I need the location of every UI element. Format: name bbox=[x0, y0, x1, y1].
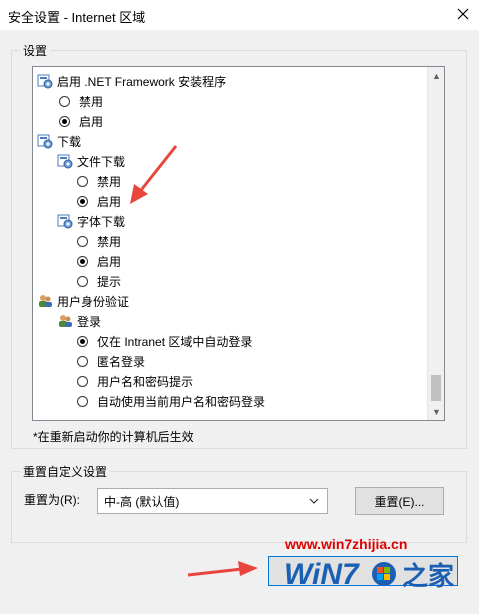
logo-suffix: 之家 bbox=[402, 561, 454, 592]
tree-item-label: 提示 bbox=[97, 274, 122, 289]
settings-category: 下载 bbox=[37, 131, 81, 151]
tree-item-label: 登录 bbox=[77, 314, 102, 329]
tree-item-label: 字体下载 bbox=[77, 214, 126, 229]
vertical-scrollbar[interactable]: ▲ ▼ bbox=[427, 67, 444, 420]
settings-category: 文件下载 bbox=[57, 151, 125, 171]
restart-note: *在重新启动你的计算机后生效 bbox=[33, 430, 194, 444]
radio-button-icon[interactable] bbox=[77, 235, 88, 247]
close-button[interactable] bbox=[452, 3, 474, 25]
settings-category: 用户身份验证 bbox=[37, 291, 129, 311]
watermark-url: www.win7zhijia.cn bbox=[285, 536, 408, 552]
annotation-arrow-icon bbox=[130, 145, 178, 204]
settings-list[interactable]: 启用 .NET Framework 安装程序 禁用 启用 下载 文件下载 禁用 启用 字体下载… bbox=[32, 66, 445, 421]
option-radio[interactable]: 禁用 bbox=[59, 91, 103, 111]
tree-item-label: 启用 bbox=[97, 194, 122, 209]
tree-item-label: 用户身份验证 bbox=[57, 294, 130, 309]
reset-group-label: 重置自定义设置 bbox=[20, 463, 111, 480]
chevron-down-icon bbox=[309, 498, 319, 504]
scroll-up-button[interactable]: ▲ bbox=[428, 67, 444, 84]
option-radio[interactable]: 匿名登录 bbox=[77, 351, 145, 371]
selected-level: 中-高 (默认值) bbox=[104, 494, 180, 509]
option-radio[interactable]: 仅在 Intranet 区域中自动登录 bbox=[77, 331, 252, 351]
users-icon bbox=[37, 293, 53, 309]
reset-to-label: 重置为(R): bbox=[24, 493, 80, 507]
tree-item-label: 禁用 bbox=[97, 234, 122, 249]
tree-item-label: 启用 .NET Framework 安装程序 bbox=[57, 74, 227, 89]
title-bar: 安全设置 - Internet 区域 bbox=[0, 0, 479, 30]
tree-item-label: 启用 bbox=[97, 254, 122, 269]
tree-item-label: 自动使用当前用户名和密码登录 bbox=[97, 394, 266, 409]
tree-item-label: 下载 bbox=[57, 134, 82, 149]
close-icon bbox=[457, 8, 469, 20]
reset-button[interactable]: 重置(E)... bbox=[355, 487, 444, 515]
tree-item-label: 禁用 bbox=[79, 94, 104, 109]
tree-item-label: 用户名和密码提示 bbox=[97, 374, 194, 389]
tree-item-label: 禁用 bbox=[97, 174, 122, 189]
radio-button-icon[interactable] bbox=[77, 395, 88, 407]
logo-text: WiN7 bbox=[284, 558, 360, 591]
security-level-select[interactable]: 中-高 (默认值) bbox=[97, 488, 328, 514]
settings-category: 字体下载 bbox=[57, 211, 125, 231]
radio-button-icon[interactable] bbox=[59, 95, 70, 107]
option-radio[interactable]: 启用 bbox=[77, 251, 121, 271]
settings-category: 启用 .NET Framework 安装程序 bbox=[37, 71, 226, 91]
settings-group-label: 设置 bbox=[20, 42, 51, 59]
reset-button-label: 重置(E)... bbox=[374, 494, 425, 509]
radio-button-icon[interactable] bbox=[77, 375, 88, 387]
tree-item-label: 启用 bbox=[79, 114, 104, 129]
settings-category: 登录 bbox=[57, 311, 101, 331]
option-radio[interactable]: 启用 bbox=[59, 111, 103, 131]
radio-button-icon[interactable] bbox=[59, 115, 70, 127]
watermark-logo: WiN7 之家 bbox=[282, 552, 462, 595]
tree-item-label: 文件下载 bbox=[77, 154, 126, 169]
option-radio[interactable]: 禁用 bbox=[77, 171, 121, 191]
settings-page-icon bbox=[37, 133, 53, 149]
win7-logo-icon: WiN7 之家 bbox=[284, 558, 454, 592]
settings-page-icon bbox=[57, 213, 73, 229]
option-radio[interactable]: 自动使用当前用户名和密码登录 bbox=[77, 391, 265, 411]
scroll-thumb[interactable] bbox=[431, 375, 441, 401]
radio-button-icon[interactable] bbox=[77, 195, 88, 207]
settings-page-icon bbox=[57, 153, 73, 169]
option-radio[interactable]: 提示 bbox=[77, 271, 121, 291]
chevron-down-icon: ▼ bbox=[432, 406, 441, 417]
radio-button-icon[interactable] bbox=[77, 355, 88, 367]
window-title: 安全设置 - Internet 区域 bbox=[8, 10, 146, 25]
tree-item-label: 匿名登录 bbox=[97, 354, 146, 369]
option-radio[interactable]: 禁用 bbox=[77, 231, 121, 251]
annotation-arrow-icon bbox=[187, 561, 258, 577]
radio-button-icon[interactable] bbox=[77, 175, 88, 187]
radio-button-icon[interactable] bbox=[77, 335, 88, 347]
tree-item-label: 仅在 Intranet 区域中自动登录 bbox=[97, 334, 253, 349]
users-icon bbox=[57, 313, 73, 329]
option-radio[interactable]: 用户名和密码提示 bbox=[77, 371, 193, 391]
radio-button-icon[interactable] bbox=[77, 255, 88, 267]
option-radio[interactable]: 启用 bbox=[77, 191, 121, 211]
settings-page-icon bbox=[37, 73, 53, 89]
scroll-down-button[interactable]: ▼ bbox=[428, 403, 444, 420]
radio-button-icon[interactable] bbox=[77, 275, 88, 287]
chevron-up-icon: ▲ bbox=[432, 70, 441, 81]
